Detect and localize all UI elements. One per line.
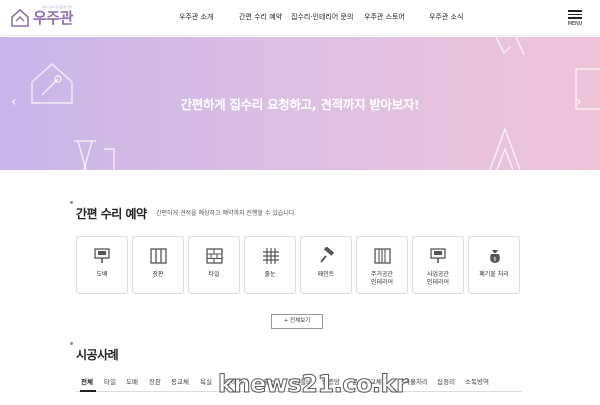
menu-label: MENU <box>567 20 583 27</box>
flooring-icon <box>150 248 167 264</box>
category-label: 사업공간 인테리어 <box>426 271 450 286</box>
category-card-wallpaper[interactable]: 도배 <box>76 236 128 294</box>
hamburger-icon-bar <box>568 13 582 15</box>
nav-item-inquiry[interactable]: 집수리·인테리어 문의 <box>291 12 353 22</box>
waste-bag-icon: $ <box>490 250 500 263</box>
nav-item-repair-booking[interactable]: 간편 수리 예약 <box>239 12 282 22</box>
category-card-paint[interactable]: 페인트 <box>300 236 352 294</box>
category-label: 주거공간 인테리어 <box>370 271 394 286</box>
section-marker-dot <box>70 201 73 204</box>
nav-item-news[interactable]: 우주관 소식 <box>429 12 463 22</box>
tab-light-replacement[interactable]: 등교체 <box>171 376 189 386</box>
category-label: 장판 <box>152 271 164 278</box>
residential-interior-icon <box>374 248 391 264</box>
category-card-waste[interactable]: $ 폐기물 처리 <box>468 236 520 294</box>
nav-item-store[interactable]: 우주관 스토어 <box>364 12 405 22</box>
category-card-tile[interactable]: 타일 <box>188 236 240 294</box>
svg-text:$: $ <box>493 257 496 263</box>
category-card-residential-interior[interactable]: 주거공간 인테리어 <box>356 236 408 294</box>
view-all-button[interactable]: + 전체보기 <box>271 314 323 329</box>
watermark-text: knews21.co.kr <box>217 370 408 399</box>
commercial-interior-icon <box>430 248 446 263</box>
hamburger-icon-bar <box>568 17 582 19</box>
hamburger-icon <box>568 10 582 12</box>
tab-all[interactable]: 전체 <box>81 376 93 386</box>
tab-bathroom[interactable]: 욕실 <box>200 376 212 386</box>
tile-icon <box>206 248 223 264</box>
nav-item-about[interactable]: 우주관 소개 <box>179 12 213 22</box>
hero-banner: ‹ › 간편하게 집수리 요청하고, 견적까지 받아보자! <box>0 37 600 170</box>
tab-flooring[interactable]: 장판 <box>149 376 161 386</box>
category-card-commercial-interior[interactable]: 사업공간 인테리어 <box>412 236 464 294</box>
main-nav: 우주관 소개 간편 수리 예약 집수리·인테리어 문의 우주관 스토어 우주관 … <box>0 12 600 24</box>
tab-disinfection[interactable]: 소독방역 <box>465 376 489 386</box>
menu-button[interactable]: MENU <box>565 10 585 27</box>
category-card-grout[interactable]: 줄눈 <box>244 236 296 294</box>
cases-section-title: 시공사례 <box>76 348 119 362</box>
active-tab-indicator <box>80 390 96 392</box>
category-label: 줄눈 <box>264 271 276 278</box>
repair-section-description: 간편하게 견적을 예상하고 예약까지 진행할 수 있습니다. <box>156 210 297 217</box>
hero-headline: 간편하게 집수리 요청하고, 견적까지 받아보자! <box>180 97 420 112</box>
logo-tagline: 우리 집의 주거환경 관리 <box>42 5 73 9</box>
paint-roller-icon <box>320 247 335 263</box>
repair-section-title: 간편 수리 예약 <box>76 207 147 221</box>
tab-tile[interactable]: 타일 <box>104 376 116 386</box>
category-label: 도배 <box>96 271 108 278</box>
wallpaper-icon <box>94 248 110 263</box>
category-label: 타일 <box>208 271 220 278</box>
grout-icon <box>263 248 279 264</box>
section-marker-dot <box>70 342 73 345</box>
category-label: 페인트 <box>317 271 335 278</box>
site-header: 우리 집의 주거환경 관리 우주관 우주관 소개 간편 수리 예약 집수리·인테… <box>0 0 600 36</box>
category-label: 폐기물 처리 <box>479 271 509 278</box>
category-card-flooring[interactable]: 장판 <box>132 236 184 294</box>
tab-wallpaper[interactable]: 도배 <box>126 376 138 386</box>
tab-organizing[interactable]: 집정리 <box>437 376 455 386</box>
